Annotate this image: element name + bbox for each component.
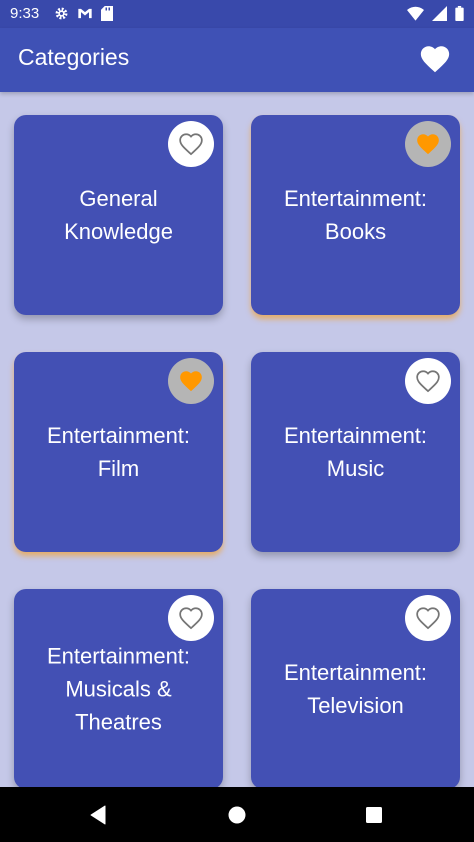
sd-card-icon <box>101 6 113 21</box>
home-icon[interactable] <box>227 805 247 825</box>
settings-icon <box>55 7 68 20</box>
favorite-button[interactable] <box>168 121 214 167</box>
heart-filled-icon <box>417 134 439 155</box>
category-card[interactable]: Entertainment: Books <box>251 115 460 315</box>
category-card[interactable]: Entertainment: Film <box>14 352 223 552</box>
category-card[interactable]: Entertainment: Music <box>251 352 460 552</box>
back-icon[interactable] <box>89 805 107 825</box>
heart-icon[interactable] <box>418 42 452 76</box>
category-card[interactable]: Entertainment: Television <box>251 589 460 787</box>
favorite-button[interactable] <box>405 595 451 641</box>
category-card[interactable]: Entertainment: Musicals & Theatres <box>14 589 223 787</box>
recents-icon[interactable] <box>365 806 383 824</box>
favorite-button[interactable] <box>168 358 214 404</box>
app-bar: Categories <box>0 28 474 92</box>
heart-outline-icon <box>416 370 440 393</box>
category-label: Entertainment: Books <box>283 186 428 244</box>
heart-filled-icon <box>180 371 202 392</box>
category-grid: General Knowledge Entertainment: Books Ent… <box>0 92 474 787</box>
category-label: Entertainment: Film <box>46 423 191 481</box>
favorite-button[interactable] <box>405 121 451 167</box>
category-label: Entertainment: Television <box>283 660 428 718</box>
category-label: Entertainment: Musicals & Theatres <box>46 643 191 735</box>
gmail-icon <box>78 8 92 19</box>
category-label: General Knowledge <box>64 186 173 244</box>
signal-icon <box>432 6 447 21</box>
category-card[interactable]: General Knowledge <box>14 115 223 315</box>
favorite-button[interactable] <box>168 595 214 641</box>
navigation-bar <box>0 787 474 842</box>
page-title: Categories <box>18 44 130 70</box>
status-time: 9:33 <box>10 5 40 22</box>
status-bar: 9:33 <box>0 0 474 28</box>
favorite-button[interactable] <box>405 358 451 404</box>
wifi-icon <box>407 6 424 21</box>
heart-outline-icon <box>179 607 203 630</box>
heart-outline-icon <box>179 133 203 156</box>
heart-outline-icon <box>416 607 440 630</box>
category-label: Entertainment: Music <box>283 423 428 481</box>
battery-icon <box>455 6 464 21</box>
